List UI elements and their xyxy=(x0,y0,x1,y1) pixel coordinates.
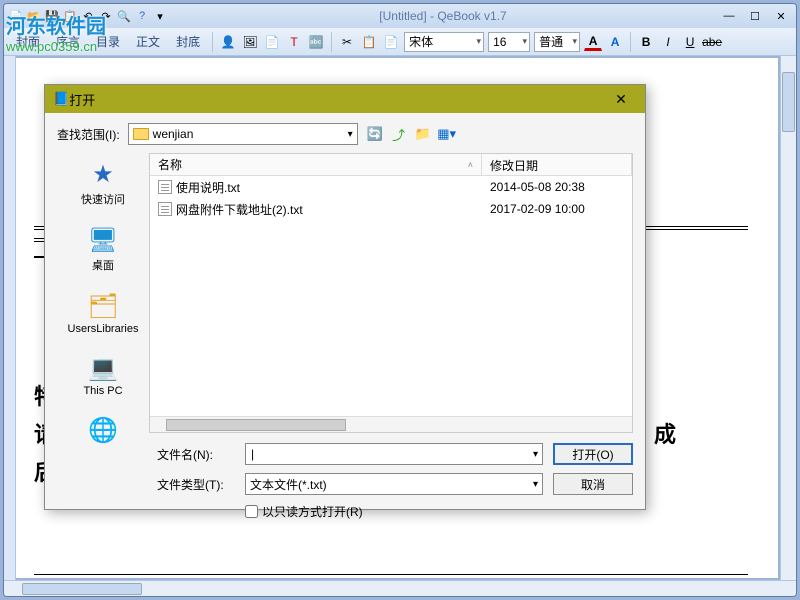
book-icon: 📘 xyxy=(53,91,69,107)
tool-insert-icon[interactable]: 🔤 xyxy=(307,33,325,51)
nav-cover[interactable]: 封面 xyxy=(10,31,46,52)
filename-label: 文件名(N): xyxy=(157,446,235,463)
font-name-combo[interactable]: 宋体 xyxy=(404,32,484,52)
vertical-scrollbar[interactable] xyxy=(780,56,796,580)
new-folder-icon[interactable]: 📁 xyxy=(414,125,432,143)
back-icon[interactable]: 🔄 xyxy=(366,125,384,143)
folder-icon xyxy=(133,128,149,140)
main-toolbar: 封面 序言 目录 正文 封底 👤 🖼 📄 T 🔤 ✂ 📋 📄 宋体 16 普通 … xyxy=(4,28,796,56)
paste-icon[interactable]: 📄 xyxy=(382,33,400,51)
text-file-icon xyxy=(158,202,172,216)
filetype-combo[interactable]: 文本文件(*.txt) xyxy=(245,473,543,495)
file-row[interactable]: 使用说明.txt 2014-05-08 20:38 xyxy=(150,176,632,198)
place-network[interactable]: 🌐 xyxy=(87,415,119,445)
views-icon[interactable]: ▦▾ xyxy=(438,125,456,143)
network-icon: 🌐 xyxy=(87,415,119,445)
desktop-icon: 🖥 xyxy=(87,225,119,255)
horizontal-scrollbar[interactable] xyxy=(4,580,796,596)
strike-button[interactable]: abe xyxy=(703,33,721,51)
qa-dropdown-icon[interactable]: ▾ xyxy=(152,8,168,24)
sort-indicator-icon: ˄ xyxy=(468,160,473,170)
tool-text-icon[interactable]: T xyxy=(285,33,303,51)
qa-help-icon[interactable]: ? xyxy=(134,8,150,24)
dialog-close-button[interactable]: ✕ xyxy=(605,91,637,108)
qa-open-icon[interactable]: 📂 xyxy=(26,8,42,24)
place-desktop[interactable]: 🖥 桌面 xyxy=(87,225,119,273)
left-gutter xyxy=(4,56,16,580)
open-button[interactable]: 打开(O) xyxy=(553,443,633,465)
star-icon: ★ xyxy=(87,159,119,189)
cancel-button[interactable]: 取消 xyxy=(553,473,633,495)
titlebar: 📄 📂 💾 📋 ↶ ↷ 🔍 ? ▾ [Untitled] - QeBook v1… xyxy=(4,4,796,28)
cut-icon[interactable]: ✂ xyxy=(338,33,356,51)
quick-access-toolbar: 📄 📂 💾 📋 ↶ ↷ 🔍 ? ▾ xyxy=(8,8,168,24)
readonly-label: 以只读方式打开(R) xyxy=(262,503,363,520)
tool-page-icon[interactable]: 📄 xyxy=(263,33,281,51)
dialog-titlebar: 📘 打开 ✕ xyxy=(45,85,645,113)
place-this-pc[interactable]: 💻 This PC xyxy=(83,353,122,397)
tool-pic-icon[interactable]: 🖼 xyxy=(241,33,259,51)
nav-body[interactable]: 正文 xyxy=(130,31,166,52)
place-libraries[interactable]: 🗂 UsersLibraries xyxy=(68,291,139,335)
italic-button[interactable]: I xyxy=(659,33,677,51)
copy-icon[interactable]: 📋 xyxy=(360,33,378,51)
dialog-title: 打开 xyxy=(69,90,95,109)
nav-preface[interactable]: 序言 xyxy=(50,31,86,52)
nav-toc[interactable]: 目录 xyxy=(90,31,126,52)
bold-button[interactable]: B xyxy=(637,33,655,51)
qa-redo-icon[interactable]: ↷ xyxy=(98,8,114,24)
open-dialog: 📘 打开 ✕ 查找范围(I): wenjian 🔄 ⤴ 📁 ▦▾ ★ 快速访问 xyxy=(44,84,646,510)
font-size-combo[interactable]: 16 xyxy=(488,32,530,52)
qa-saveas-icon[interactable]: 📋 xyxy=(62,8,78,24)
places-bar: ★ 快速访问 🖥 桌面 🗂 UsersLibraries 💻 This PC 🌐 xyxy=(57,153,149,433)
maximize-button[interactable]: ☐ xyxy=(744,8,766,24)
tool-person-icon[interactable]: 👤 xyxy=(219,33,237,51)
file-list-hscroll[interactable] xyxy=(150,416,632,432)
font-color-button[interactable]: A xyxy=(584,33,602,51)
highlight-button[interactable]: A xyxy=(606,33,624,51)
qa-save-icon[interactable]: 💾 xyxy=(44,8,60,24)
underline-button[interactable]: U xyxy=(681,33,699,51)
filetype-label: 文件类型(T): xyxy=(157,476,235,493)
font-style-combo[interactable]: 普通 xyxy=(534,32,580,52)
file-row[interactable]: 网盘附件下载地址(2).txt 2017-02-09 10:00 xyxy=(150,198,632,220)
qa-undo-icon[interactable]: ↶ xyxy=(80,8,96,24)
close-button[interactable]: ✕ xyxy=(770,8,792,24)
filename-input[interactable]: | xyxy=(245,443,543,465)
qa-find-icon[interactable]: 🔍 xyxy=(116,8,132,24)
readonly-checkbox[interactable] xyxy=(245,505,258,518)
qa-new-icon[interactable]: 📄 xyxy=(8,8,24,24)
window-title: [Untitled] - QeBook v1.7 xyxy=(168,9,718,23)
file-list: 名称˄ 修改日期 使用说明.txt 2014-05-08 20:38 网盘附件下… xyxy=(149,153,633,433)
minimize-button[interactable]: — xyxy=(718,8,740,24)
place-quick-access[interactable]: ★ 快速访问 xyxy=(81,159,125,207)
nav-back[interactable]: 封底 xyxy=(170,31,206,52)
look-in-combo[interactable]: wenjian xyxy=(128,123,358,145)
libraries-icon: 🗂 xyxy=(87,291,119,321)
up-icon[interactable]: ⤴ xyxy=(390,125,408,143)
text-file-icon xyxy=(158,180,172,194)
look-in-label: 查找范围(I): xyxy=(57,126,120,143)
pc-icon: 💻 xyxy=(87,353,119,383)
file-list-header[interactable]: 名称˄ 修改日期 xyxy=(150,154,632,176)
